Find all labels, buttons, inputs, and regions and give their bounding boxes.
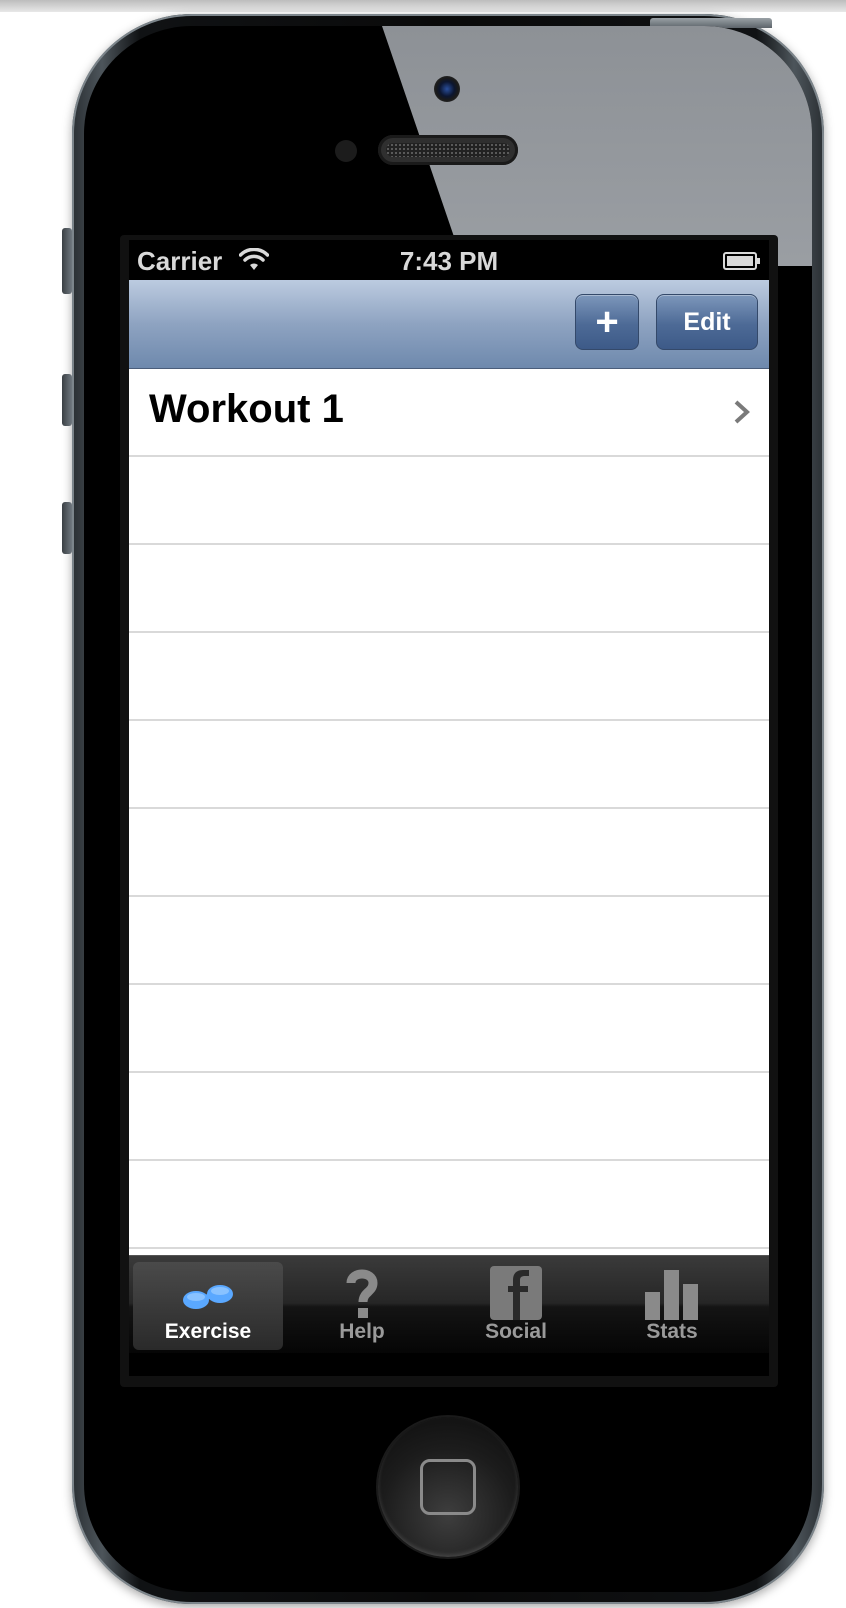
tab-social[interactable]: Social (441, 1262, 591, 1350)
navigation-bar: + Edit (129, 280, 769, 369)
proximity-sensor (335, 140, 357, 162)
volume-up-button (62, 374, 72, 426)
facebook-icon (490, 1266, 542, 1320)
battery-icon (723, 252, 760, 270)
dumbbell-icon (183, 1285, 233, 1309)
window-top-strip (0, 0, 846, 12)
table-row[interactable]: Workout 1 (129, 369, 769, 457)
tab-exercise[interactable]: Exercise (133, 1262, 283, 1350)
front-camera-icon (434, 76, 460, 102)
mute-switch (62, 228, 72, 294)
speaker-mesh (386, 143, 510, 157)
tab-social-label: Social (485, 1320, 547, 1343)
earpiece-speaker (378, 135, 518, 165)
add-workout-button[interactable]: + (575, 294, 639, 350)
chevron-right-icon (734, 400, 750, 424)
home-button[interactable] (378, 1417, 518, 1557)
edit-button[interactable]: Edit (656, 294, 758, 350)
volume-down-button (62, 502, 72, 554)
tab-stats[interactable]: Stats (597, 1262, 747, 1350)
bar-chart-icon (645, 1270, 698, 1320)
status-time: 7:43 PM (399, 246, 499, 276)
screen-bottom-edge (129, 1353, 769, 1376)
question-mark-icon (346, 1269, 378, 1318)
tab-help[interactable]: Help (287, 1262, 437, 1350)
device-screen: Carrier 7:43 PM + Edit Workout 1 Exercis… (129, 240, 769, 1376)
status-bar: Carrier 7:43 PM (129, 240, 769, 280)
tab-bar: Exercise Help Social Stats (129, 1255, 769, 1354)
tab-stats-label: Stats (646, 1320, 698, 1343)
workout-table: Workout 1 (129, 369, 769, 1255)
tab-exercise-label: Exercise (164, 1320, 252, 1343)
tab-help-label: Help (339, 1320, 385, 1343)
home-square-icon (420, 1459, 476, 1515)
workout-title: Workout 1 (149, 387, 344, 431)
